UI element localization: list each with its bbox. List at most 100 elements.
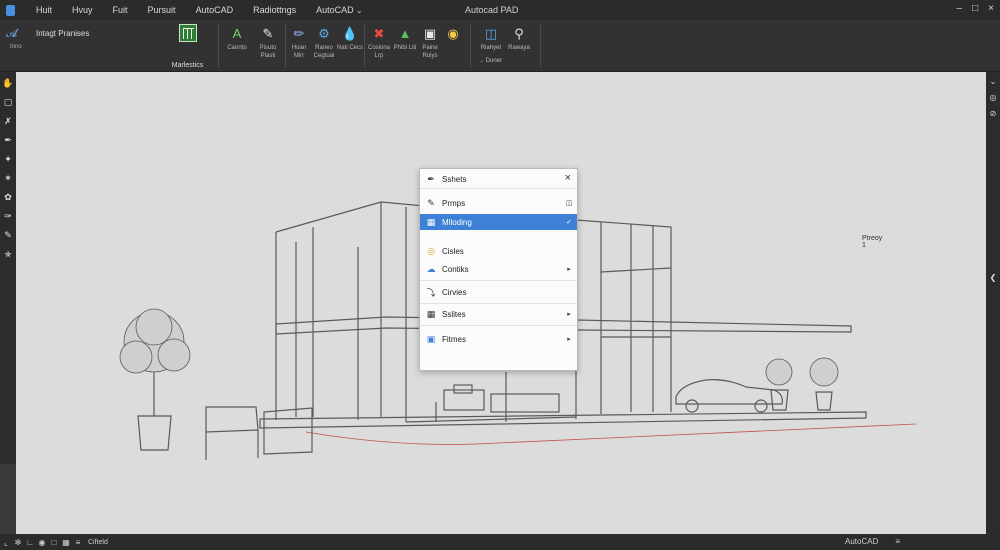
planter-right-2 [815, 391, 833, 411]
ortho-icon[interactable]: ∟ [24, 538, 36, 547]
brush-icon[interactable]: ✑ [0, 208, 16, 224]
left-toolbar: ✋ ▢ ✗ ✒ ✦ ✶ ✿ ✑ ✎ ✯ [0, 72, 16, 464]
model-label[interactable]: Cifteld [88, 539, 108, 546]
right-toolbar: ⌄ ◎ ⊘ ❮ [986, 72, 1000, 534]
chevron-right-icon: ▸ [567, 266, 571, 273]
model-space-icon[interactable]: ≡ [72, 538, 84, 547]
grid-icon: ▦ [426, 308, 436, 319]
search-icon: ⚲ [514, 26, 524, 41]
snap-icon[interactable]: ✯ [0, 246, 16, 262]
screen-icon: ◫ [484, 26, 498, 41]
menu-item-mlloding[interactable]: ▦ Mlloding ✓ [420, 214, 577, 230]
wrench-icon[interactable]: ✗ [0, 113, 16, 129]
ribbon-divider [540, 24, 541, 68]
frame-icon: ▣ [426, 333, 436, 344]
palette-icon: ◉ [447, 26, 459, 41]
sparkle-icon[interactable]: ✶ [0, 170, 16, 186]
submenu-label: Ptreoy 1 [862, 235, 883, 249]
tool-pisuto[interactable]: ✎ Pisuto Plasti [255, 26, 281, 60]
tool-cosiona[interactable]: ✖ Cosiona Lrp [366, 26, 392, 60]
close-icon[interactable]: × [988, 3, 994, 14]
drop-icon: 💧 [341, 26, 359, 41]
scroll-up-icon[interactable]: ⌄ [986, 74, 1000, 88]
select-icon[interactable]: ▢ [0, 94, 16, 110]
leaf-icon[interactable]: ✿ [0, 189, 16, 205]
chevron-right-icon: ▸ [567, 311, 571, 318]
settings-icon[interactable]: ≡ [895, 537, 900, 546]
ribbon-divider [218, 24, 219, 68]
context-menu-title: Sshets [442, 174, 467, 184]
ribbon-left-title: Intagt Pranises [36, 29, 90, 38]
polar-icon[interactable]: ◉ [36, 538, 48, 547]
curve-icon: ⤵ [426, 287, 436, 298]
menu-item-prmps[interactable]: ✎ Prmps ◫ [420, 195, 577, 211]
eyedropper-icon: ✒ [427, 173, 435, 184]
tool-riahyet[interactable]: ◫ Riahyet [478, 26, 504, 52]
menu-divider [420, 280, 577, 281]
navigation-icon[interactable]: ⊘ [986, 106, 1000, 120]
window-controls: – □ × [957, 3, 994, 14]
minimize-icon[interactable]: – [957, 3, 963, 14]
menu-bar: Huit Hvuy Fuit Pursuit AutoCAD Radiottng… [26, 5, 373, 15]
ribbon-left-panel[interactable]: 𝓐 Intagt Pranises Inno [6, 26, 156, 50]
tree-icon: ▲ [398, 26, 412, 41]
osnap-icon[interactable]: □ [48, 538, 60, 547]
circles-icon: ◎ [427, 245, 435, 256]
context-menu-header: ✒ Sshets × [420, 169, 577, 189]
menu-item-huit[interactable]: Huit [26, 5, 62, 15]
menu-item-autocad[interactable]: AutoCAD [186, 5, 244, 15]
pencil-icon: ✎ [427, 197, 435, 208]
panel-icon: ◫ [565, 200, 573, 207]
close-icon[interactable]: × [565, 172, 571, 184]
tool-cannto[interactable]: A Cannto [224, 26, 250, 52]
tool-hoan[interactable]: ✏ Hoan Mirr [286, 26, 312, 60]
menu-item-radiottngs[interactable]: Radiottngs [243, 5, 306, 15]
menu-item-contiks[interactable]: ☁ Contiks ▸ [420, 261, 577, 277]
app-logo[interactable] [0, 0, 20, 20]
ribbon-divider [364, 24, 365, 68]
maximize-icon[interactable]: □ [972, 3, 978, 14]
grid-toggle-icon[interactable]: ⌞ [0, 538, 12, 547]
gear-blue-icon: ⚙ [318, 26, 330, 41]
menu-item-cisles[interactable]: ◎ Cisles [420, 243, 577, 259]
menu-divider [420, 303, 577, 304]
edit-icon[interactable]: ✎ [0, 227, 16, 243]
hand-icon[interactable]: ✋ [0, 75, 16, 91]
collapse-icon[interactable]: ❮ [986, 270, 1000, 284]
ribbon-divider [470, 24, 471, 68]
ribbon-left-sub: Inno [10, 44, 22, 50]
menu-item-pursuit[interactable]: Pursuit [138, 5, 186, 15]
orbit-icon[interactable]: ◎ [986, 90, 1000, 104]
layout-icon: ▦ [426, 216, 436, 227]
tool-raneo[interactable]: ⚙ Raneo Cegtuai [311, 26, 337, 60]
tool-nati[interactable]: 💧 Nati Cecs [337, 26, 363, 52]
menu-item-fuit[interactable]: Fuit [103, 5, 138, 15]
tool-rawaya[interactable]: ⚲ Rawaya [506, 26, 532, 52]
marlestics-button[interactable]: Marlestics [160, 24, 215, 69]
check-icon: ✓ [566, 219, 572, 226]
status-bar: ⌞ ✻ ∟ ◉ □ ▦ ≡ Cifteld AutoCAD ≡ [0, 534, 1000, 550]
menu-item-hvuy[interactable]: Hvuy [62, 5, 103, 15]
menu-item-sslites[interactable]: ▦ Sslites ▸ [420, 306, 577, 322]
tool-phibi[interactable]: ▲ Phibi Liti [392, 26, 418, 52]
brush-color-icon: ✖ [373, 26, 385, 41]
text-A-icon: A [232, 26, 242, 41]
armchair-left [205, 406, 259, 433]
autocad-window: Huit Hvuy Fuit Pursuit AutoCAD Radiottng… [0, 0, 1000, 550]
menu-item-cirvies[interactable]: ⤵ Cirvies [420, 284, 577, 300]
pen-tool-icon[interactable]: ✒ [0, 132, 16, 148]
ribbon-bottom-row[interactable]: → Duner [478, 58, 502, 64]
menu-item-fitmes[interactable]: ▣ Fitmes ▸ [420, 331, 577, 347]
snap-toggle-icon[interactable]: ✻ [12, 538, 24, 547]
menu-item-autocad-dropdown[interactable]: AutoCAD [306, 5, 372, 15]
cloud-icon: ☁ [426, 263, 436, 274]
star-icon[interactable]: ✦ [0, 151, 16, 167]
menu-divider [420, 325, 577, 326]
armchair-right [263, 407, 313, 455]
tool-palette[interactable]: ◉ [440, 26, 466, 44]
spreadsheet-icon [178, 24, 197, 42]
status-app-label: AutoCAD [845, 537, 879, 546]
title-bar: Huit Hvuy Fuit Pursuit AutoCAD Radiottng… [0, 0, 1000, 20]
chevron-right-icon: ▸ [567, 336, 571, 343]
lineweight-icon[interactable]: ▦ [60, 538, 72, 547]
